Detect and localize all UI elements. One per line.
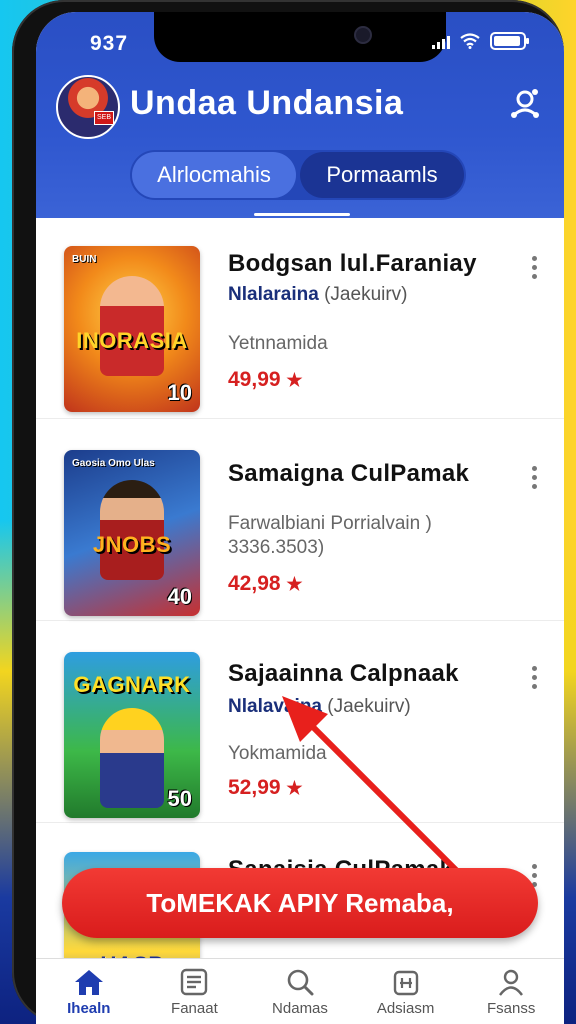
publisher-suffix: (Jaekuirv) xyxy=(327,696,411,717)
app-header: 937 SEB Undaa Undansia Alrlocmahis Porma… xyxy=(36,12,564,218)
phone-frame: 937 SEB Undaa Undansia Alrlocmahis Porma… xyxy=(12,0,564,1024)
battery-icon xyxy=(490,32,530,50)
search-icon xyxy=(287,969,314,995)
more-options-icon[interactable] xyxy=(532,864,538,887)
app-title: Undaa Undansia xyxy=(130,84,404,122)
publisher-name: Nlalaraina xyxy=(228,284,319,305)
game-price: 49,99 ★ xyxy=(228,368,303,392)
status-time: 937 xyxy=(90,32,129,55)
more-options-icon[interactable] xyxy=(532,256,538,279)
signal-icon xyxy=(432,33,450,49)
thumb-number: 40 xyxy=(167,584,192,609)
game-card[interactable]: BUIN INORASIA 10 Bodgsan lul.Faraniay Nl… xyxy=(36,218,564,419)
nav-item-search[interactable]: Ndamas xyxy=(247,959,353,1024)
game-thumbnail[interactable]: BUIN INORASIA 10 xyxy=(64,246,200,412)
game-meta: Yetnnamida xyxy=(228,333,328,354)
tab-indicator xyxy=(254,213,350,216)
publisher-suffix: (Jaekuirv) xyxy=(324,284,408,305)
game-thumbnail[interactable]: Gaosia Omo Ulas JNOBS 40 xyxy=(64,450,200,616)
nav-item-fsanss[interactable]: Fsanss xyxy=(458,959,564,1024)
price-value: 52,99 xyxy=(228,776,281,799)
calendar-icon xyxy=(393,970,418,995)
game-price: 52,99 ★ xyxy=(228,776,303,800)
user-icon xyxy=(499,969,524,996)
price-value: 42,98 xyxy=(228,572,281,595)
avatar[interactable]: SEB xyxy=(56,75,120,139)
game-card[interactable]: Gaosia Omo Ulas JNOBS 40 Samaigna CulPam… xyxy=(36,420,564,621)
thumb-number: 10 xyxy=(167,380,192,405)
game-meta-secondary: 3336.3503) xyxy=(228,537,325,558)
camera-icon xyxy=(354,26,372,44)
wifi-icon xyxy=(460,33,480,49)
cta-button[interactable]: ToMEKAK APIY Remaba, xyxy=(62,868,538,938)
game-title[interactable]: Bodgsan lul.Faraniay xyxy=(228,250,477,278)
nav-item-adsiasm[interactable]: Adsiasm xyxy=(353,959,459,1024)
avatar-badge: SEB xyxy=(94,111,114,125)
nav-label: Ndamas xyxy=(272,999,328,1017)
nav-item-fanaat[interactable]: Fanaat xyxy=(142,959,248,1024)
game-publisher[interactable]: Nlalaraina (Jaekuirv) xyxy=(228,284,408,306)
tab-bar: Alrlocmahis Pormaamls xyxy=(130,150,466,200)
publisher-name: Nlalavaina xyxy=(228,696,322,717)
tab-pormaamls[interactable]: Pormaamls xyxy=(300,152,464,198)
thumb-logo: INORASIA xyxy=(76,328,188,353)
status-icons xyxy=(432,32,530,50)
nav-label: Fsanss xyxy=(486,999,536,1017)
game-meta: Yokmamida xyxy=(228,743,327,764)
game-meta: Farwalbiani Porrialvain ) xyxy=(228,513,432,534)
more-options-icon[interactable] xyxy=(532,466,538,489)
game-thumbnail[interactable]: GAGNARK 50 xyxy=(64,652,200,818)
nav-label: Adsiasm xyxy=(376,999,435,1017)
game-title[interactable]: Samaigna CulPamak xyxy=(228,460,469,488)
price-value: 49,99 xyxy=(228,368,281,391)
character-art xyxy=(100,480,164,580)
thumb-caption: BUIN xyxy=(72,254,97,265)
thumb-logo: JNOBS xyxy=(92,532,172,557)
game-list: BUIN INORASIA 10 Bodgsan lul.Faraniay Nl… xyxy=(36,218,564,1018)
character-art xyxy=(100,276,164,376)
game-card[interactable]: GAGNARK 50 Sajaainna Calpnaak Nlalavaina… xyxy=(36,622,564,823)
star-icon: ★ xyxy=(286,778,303,798)
thumb-caption: Gaosia Omo Ulas xyxy=(72,458,155,469)
game-publisher[interactable]: Nlalavaina (Jaekuirv) xyxy=(228,696,411,718)
share-icon[interactable] xyxy=(508,86,542,120)
nav-label: Ihealn xyxy=(67,999,111,1017)
thumb-logo: GAGNARK xyxy=(73,672,191,697)
thumb-number: 50 xyxy=(167,786,192,811)
game-title[interactable]: Sajaainna Calpnaak xyxy=(228,660,459,688)
nav-item-home[interactable]: Ihealn xyxy=(36,959,142,1024)
star-icon: ★ xyxy=(286,574,303,594)
game-price: 42,98 ★ xyxy=(228,572,303,596)
bottom-nav: Ihealn Fanaat Ndamas Adsiasm Fsanss xyxy=(36,958,564,1024)
home-icon xyxy=(74,969,103,995)
star-icon: ★ xyxy=(286,370,303,390)
character-art xyxy=(100,708,164,808)
tab-alrlocmahis[interactable]: Alrlocmahis xyxy=(132,152,296,198)
nav-label: Fanaat xyxy=(171,999,218,1017)
app-screen: 937 SEB Undaa Undansia Alrlocmahis Porma… xyxy=(36,12,564,1024)
notch xyxy=(154,12,446,62)
more-options-icon[interactable] xyxy=(532,666,538,689)
list-icon xyxy=(181,968,208,995)
